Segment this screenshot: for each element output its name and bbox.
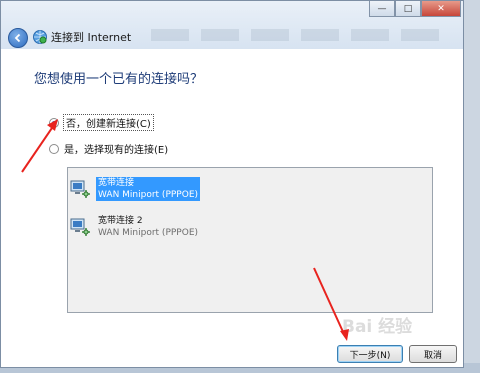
window-controls: — □ ✕ (369, 1, 461, 19)
connection-list[interactable]: 宽带连接 WAN Miniport (PPPOE) 宽带连接 2 WAN Min… (67, 167, 433, 313)
next-button[interactable]: 下一步(N) (337, 345, 403, 363)
option-use-existing-label: 是，选择现有的连接(E) (64, 145, 169, 156)
cancel-button[interactable]: 取消 (409, 345, 457, 363)
baidu-watermark: Bai 经验 (342, 317, 413, 337)
network-connection-icon (70, 180, 90, 198)
connection-type: WAN Miniport (PPPOE) (98, 228, 199, 238)
radio-create-new[interactable] (49, 117, 59, 128)
back-arrow-icon (14, 33, 21, 43)
network-connection-icon (70, 218, 90, 236)
option-use-existing[interactable]: 是，选择现有的连接(E) (49, 141, 168, 156)
connection-name: 宽带连接 2 (98, 216, 143, 226)
back-button[interactable] (8, 28, 28, 48)
page-title: 您想使用一个已有的连接吗？ (34, 72, 204, 87)
background-edge (462, 0, 480, 373)
close-button[interactable]: ✕ (421, 1, 461, 17)
connection-type: WAN Miniport (PPPOE) (96, 189, 201, 201)
network-globe-icon (33, 30, 47, 44)
list-item-connection-1[interactable]: 宽带连接 WAN Miniport (PPPOE) (70, 177, 201, 201)
option-create-new[interactable]: 否，创建新连接(C) (49, 114, 154, 131)
list-item-connection-2[interactable]: 宽带连接 2 WAN Miniport (PPPOE) (70, 215, 200, 239)
maximize-button[interactable]: □ (395, 1, 421, 17)
option-create-new-label: 否，创建新连接(C) (63, 114, 154, 131)
radio-use-existing[interactable] (49, 143, 59, 154)
titlebar: 连接到 Internet — □ ✕ (1, 1, 463, 49)
window-title: 连接到 Internet (51, 31, 132, 44)
connection-name: 宽带连接 (96, 177, 201, 189)
minimize-button[interactable]: — (369, 1, 395, 17)
